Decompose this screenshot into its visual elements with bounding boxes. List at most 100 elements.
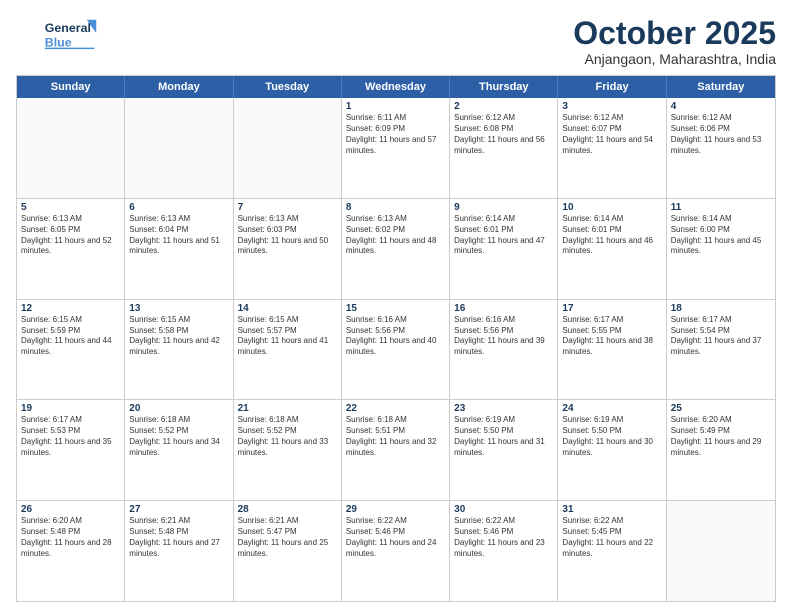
day-number: 31 xyxy=(562,504,661,515)
table-row: 3Sunrise: 6:12 AM Sunset: 6:07 PM Daylig… xyxy=(558,98,666,198)
day-number: 1 xyxy=(346,101,445,112)
day-number: 28 xyxy=(238,504,337,515)
cell-info: Sunrise: 6:17 AM Sunset: 5:53 PM Dayligh… xyxy=(21,415,120,458)
weekday-monday: Monday xyxy=(125,76,233,98)
day-number: 26 xyxy=(21,504,120,515)
cell-info: Sunrise: 6:14 AM Sunset: 6:01 PM Dayligh… xyxy=(454,214,553,257)
weekday-tuesday: Tuesday xyxy=(234,76,342,98)
cell-info: Sunrise: 6:21 AM Sunset: 5:48 PM Dayligh… xyxy=(129,516,228,559)
cell-info: Sunrise: 6:20 AM Sunset: 5:49 PM Dayligh… xyxy=(671,415,771,458)
cell-info: Sunrise: 6:15 AM Sunset: 5:57 PM Dayligh… xyxy=(238,315,337,358)
svg-text:General: General xyxy=(45,21,91,35)
weekday-wednesday: Wednesday xyxy=(342,76,450,98)
cell-info: Sunrise: 6:13 AM Sunset: 6:05 PM Dayligh… xyxy=(21,214,120,257)
day-number: 14 xyxy=(238,303,337,314)
cell-info: Sunrise: 6:18 AM Sunset: 5:52 PM Dayligh… xyxy=(129,415,228,458)
cell-info: Sunrise: 6:12 AM Sunset: 6:06 PM Dayligh… xyxy=(671,113,771,156)
day-number: 20 xyxy=(129,403,228,414)
cell-info: Sunrise: 6:12 AM Sunset: 6:08 PM Dayligh… xyxy=(454,113,553,156)
day-number: 6 xyxy=(129,202,228,213)
table-row: 28Sunrise: 6:21 AM Sunset: 5:47 PM Dayli… xyxy=(234,501,342,601)
table-row: 24Sunrise: 6:19 AM Sunset: 5:50 PM Dayli… xyxy=(558,400,666,500)
cell-info: Sunrise: 6:15 AM Sunset: 5:59 PM Dayligh… xyxy=(21,315,120,358)
cell-info: Sunrise: 6:11 AM Sunset: 6:09 PM Dayligh… xyxy=(346,113,445,156)
day-number: 7 xyxy=(238,202,337,213)
table-row: 6Sunrise: 6:13 AM Sunset: 6:04 PM Daylig… xyxy=(125,199,233,299)
table-row: 13Sunrise: 6:15 AM Sunset: 5:58 PM Dayli… xyxy=(125,300,233,400)
table-row: 29Sunrise: 6:22 AM Sunset: 5:46 PM Dayli… xyxy=(342,501,450,601)
table-row: 19Sunrise: 6:17 AM Sunset: 5:53 PM Dayli… xyxy=(17,400,125,500)
day-number: 15 xyxy=(346,303,445,314)
cell-info: Sunrise: 6:18 AM Sunset: 5:51 PM Dayligh… xyxy=(346,415,445,458)
title-block: October 2025 Anjangaon, Maharashtra, Ind… xyxy=(573,16,776,67)
table-row: 5Sunrise: 6:13 AM Sunset: 6:05 PM Daylig… xyxy=(17,199,125,299)
table-row: 22Sunrise: 6:18 AM Sunset: 5:51 PM Dayli… xyxy=(342,400,450,500)
calendar-row: 5Sunrise: 6:13 AM Sunset: 6:05 PM Daylig… xyxy=(17,199,775,300)
cell-info: Sunrise: 6:18 AM Sunset: 5:52 PM Dayligh… xyxy=(238,415,337,458)
day-number: 30 xyxy=(454,504,553,515)
cell-info: Sunrise: 6:22 AM Sunset: 5:46 PM Dayligh… xyxy=(346,516,445,559)
calendar-row: 12Sunrise: 6:15 AM Sunset: 5:59 PM Dayli… xyxy=(17,300,775,401)
logo-svg: General Blue xyxy=(16,16,106,56)
table-row: 4Sunrise: 6:12 AM Sunset: 6:06 PM Daylig… xyxy=(667,98,775,198)
cell-info: Sunrise: 6:13 AM Sunset: 6:03 PM Dayligh… xyxy=(238,214,337,257)
cell-info: Sunrise: 6:20 AM Sunset: 5:48 PM Dayligh… xyxy=(21,516,120,559)
table-row: 21Sunrise: 6:18 AM Sunset: 5:52 PM Dayli… xyxy=(234,400,342,500)
day-number: 22 xyxy=(346,403,445,414)
day-number: 23 xyxy=(454,403,553,414)
day-number: 27 xyxy=(129,504,228,515)
day-number: 16 xyxy=(454,303,553,314)
weekday-thursday: Thursday xyxy=(450,76,558,98)
table-row: 30Sunrise: 6:22 AM Sunset: 5:46 PM Dayli… xyxy=(450,501,558,601)
table-row: 15Sunrise: 6:16 AM Sunset: 5:56 PM Dayli… xyxy=(342,300,450,400)
table-row: 27Sunrise: 6:21 AM Sunset: 5:48 PM Dayli… xyxy=(125,501,233,601)
table-row: 31Sunrise: 6:22 AM Sunset: 5:45 PM Dayli… xyxy=(558,501,666,601)
day-number: 8 xyxy=(346,202,445,213)
cell-info: Sunrise: 6:12 AM Sunset: 6:07 PM Dayligh… xyxy=(562,113,661,156)
cell-info: Sunrise: 6:22 AM Sunset: 5:45 PM Dayligh… xyxy=(562,516,661,559)
calendar-body: 1Sunrise: 6:11 AM Sunset: 6:09 PM Daylig… xyxy=(17,98,775,601)
cell-info: Sunrise: 6:13 AM Sunset: 6:02 PM Dayligh… xyxy=(346,214,445,257)
table-row: 12Sunrise: 6:15 AM Sunset: 5:59 PM Dayli… xyxy=(17,300,125,400)
table-row: 18Sunrise: 6:17 AM Sunset: 5:54 PM Dayli… xyxy=(667,300,775,400)
table-row xyxy=(667,501,775,601)
table-row: 10Sunrise: 6:14 AM Sunset: 6:01 PM Dayli… xyxy=(558,199,666,299)
svg-text:Blue: Blue xyxy=(45,35,72,49)
table-row: 2Sunrise: 6:12 AM Sunset: 6:08 PM Daylig… xyxy=(450,98,558,198)
weekday-sunday: Sunday xyxy=(17,76,125,98)
day-number: 25 xyxy=(671,403,771,414)
weekday-friday: Friday xyxy=(558,76,666,98)
calendar-header: Sunday Monday Tuesday Wednesday Thursday… xyxy=(17,76,775,98)
cell-info: Sunrise: 6:19 AM Sunset: 5:50 PM Dayligh… xyxy=(454,415,553,458)
cell-info: Sunrise: 6:17 AM Sunset: 5:55 PM Dayligh… xyxy=(562,315,661,358)
day-number: 18 xyxy=(671,303,771,314)
table-row: 25Sunrise: 6:20 AM Sunset: 5:49 PM Dayli… xyxy=(667,400,775,500)
page: General Blue October 2025 Anjangaon, Mah… xyxy=(0,0,792,612)
day-number: 17 xyxy=(562,303,661,314)
logo: General Blue xyxy=(16,16,106,56)
calendar-row: 26Sunrise: 6:20 AM Sunset: 5:48 PM Dayli… xyxy=(17,501,775,601)
day-number: 24 xyxy=(562,403,661,414)
table-row: 17Sunrise: 6:17 AM Sunset: 5:55 PM Dayli… xyxy=(558,300,666,400)
table-row: 14Sunrise: 6:15 AM Sunset: 5:57 PM Dayli… xyxy=(234,300,342,400)
day-number: 21 xyxy=(238,403,337,414)
cell-info: Sunrise: 6:14 AM Sunset: 6:00 PM Dayligh… xyxy=(671,214,771,257)
table-row: 20Sunrise: 6:18 AM Sunset: 5:52 PM Dayli… xyxy=(125,400,233,500)
cell-info: Sunrise: 6:16 AM Sunset: 5:56 PM Dayligh… xyxy=(346,315,445,358)
day-number: 11 xyxy=(671,202,771,213)
table-row: 9Sunrise: 6:14 AM Sunset: 6:01 PM Daylig… xyxy=(450,199,558,299)
calendar: Sunday Monday Tuesday Wednesday Thursday… xyxy=(16,75,776,602)
table-row: 11Sunrise: 6:14 AM Sunset: 6:00 PM Dayli… xyxy=(667,199,775,299)
day-number: 5 xyxy=(21,202,120,213)
day-number: 9 xyxy=(454,202,553,213)
location-subtitle: Anjangaon, Maharashtra, India xyxy=(573,51,776,67)
day-number: 3 xyxy=(562,101,661,112)
table-row: 7Sunrise: 6:13 AM Sunset: 6:03 PM Daylig… xyxy=(234,199,342,299)
day-number: 19 xyxy=(21,403,120,414)
cell-info: Sunrise: 6:22 AM Sunset: 5:46 PM Dayligh… xyxy=(454,516,553,559)
header: General Blue October 2025 Anjangaon, Mah… xyxy=(16,16,776,67)
cell-info: Sunrise: 6:16 AM Sunset: 5:56 PM Dayligh… xyxy=(454,315,553,358)
day-number: 13 xyxy=(129,303,228,314)
table-row: 26Sunrise: 6:20 AM Sunset: 5:48 PM Dayli… xyxy=(17,501,125,601)
cell-info: Sunrise: 6:19 AM Sunset: 5:50 PM Dayligh… xyxy=(562,415,661,458)
